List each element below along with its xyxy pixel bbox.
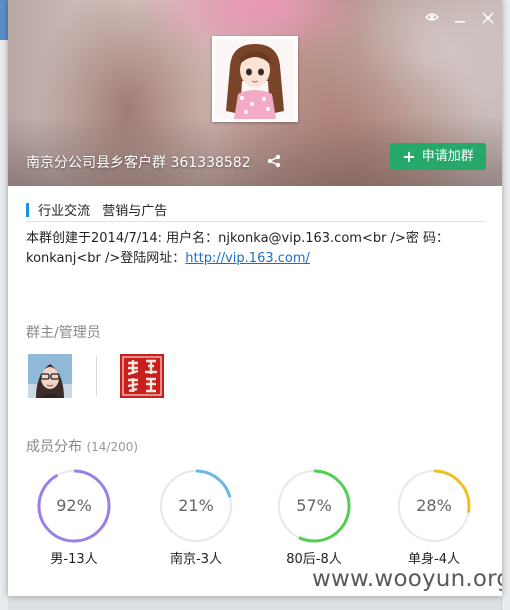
share-icon[interactable] — [267, 153, 281, 172]
group-avatar[interactable] — [212, 36, 298, 122]
minimize-icon[interactable] — [450, 10, 470, 30]
divider — [26, 221, 486, 222]
members-label: 成员分布 (14/200) — [26, 436, 138, 456]
watermark-text: www.wooyun.org — [312, 566, 502, 592]
tag-accent-bar — [26, 203, 29, 217]
group-tags: 行业交流 营销与广告 — [26, 200, 486, 219]
stat-label: 80后-8人 — [286, 552, 342, 567]
stat-gender[interactable]: 92% 男-13人 — [34, 468, 114, 567]
group-profile-window: 南京分公司县乡客户群 361338582 + 申请加群 行业交流 营销与广告 本… — [8, 0, 502, 596]
admin-separator — [96, 356, 97, 396]
join-group-label: 申请加群 — [421, 149, 474, 164]
members-count: (14/200) — [86, 440, 139, 454]
close-icon[interactable] — [478, 10, 498, 30]
stat-label: 南京-3人 — [170, 552, 222, 567]
description-link[interactable]: http://vip.163.com/ — [185, 251, 310, 266]
stat-location[interactable]: 21% 南京-3人 — [156, 468, 236, 567]
stat-label: 男-13人 — [50, 552, 98, 567]
admins-label: 群主/管理员 — [26, 325, 101, 341]
owner-avatar[interactable] — [28, 354, 72, 398]
stat-age[interactable]: 57% 80后-8人 — [274, 468, 354, 567]
members-label-text: 成员分布 — [26, 439, 82, 455]
stat-percent: 57% — [296, 496, 332, 515]
stat-percent: 92% — [56, 496, 92, 515]
stat-label: 单身-4人 — [408, 552, 460, 567]
stat-percent: 21% — [178, 496, 214, 515]
stat-relationship[interactable]: 28% 单身-4人 — [394, 468, 474, 567]
plus-icon: + — [402, 147, 416, 166]
settings-icon[interactable] — [422, 10, 442, 30]
profile-header: 南京分公司县乡客户群 361338582 + 申请加群 — [8, 0, 502, 186]
tag-item[interactable]: 行业交流 — [38, 204, 90, 219]
join-group-button[interactable]: + 申请加群 — [390, 143, 486, 170]
background-window-right — [501, 0, 510, 610]
stat-percent: 28% — [416, 496, 452, 515]
tag-item[interactable]: 营销与广告 — [102, 204, 167, 219]
admin-avatar[interactable] — [120, 354, 164, 398]
group-name: 南京分公司县乡客户群 361338582 — [26, 155, 251, 171]
group-description: 本群创建于2014/7/14: 用户名：njkonka@vip.163.com<… — [26, 229, 476, 269]
background-window-left — [0, 0, 8, 610]
